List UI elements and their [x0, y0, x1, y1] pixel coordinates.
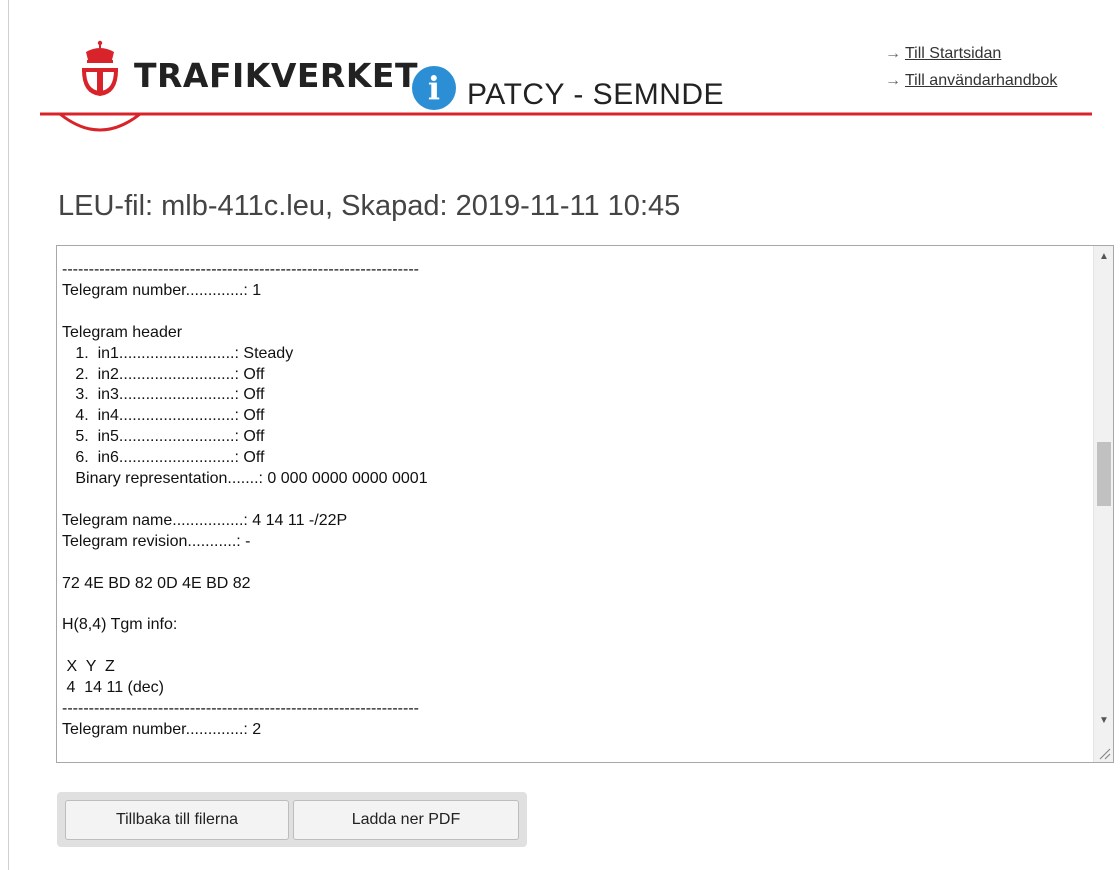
vertical-scrollbar[interactable]: ▲ ▼ [1093, 246, 1113, 762]
link-anvandarhandbok[interactable]: → Till användarhandbok [885, 72, 1057, 90]
resize-handle-icon[interactable] [1097, 746, 1111, 760]
link-label: Till användarhandbok [905, 72, 1058, 89]
header-links: → Till Startsidan → Till användarhandbok [885, 45, 1057, 99]
back-to-files-button[interactable]: Tillbaka till filerna [65, 800, 289, 840]
brand-name: TRAFIKVERKET [134, 56, 418, 95]
link-startsidan[interactable]: → Till Startsidan [885, 45, 1057, 63]
page-title: LEU-fil: mlb-411c.leu, Skapad: 2019-11-1… [58, 190, 681, 222]
link-label: Till Startsidan [905, 45, 1002, 62]
scroll-down-arrow-icon[interactable]: ▼ [1094, 712, 1113, 730]
leu-text-area[interactable]: ----------------------------------------… [56, 245, 1114, 763]
leu-file-content: ----------------------------------------… [62, 261, 428, 738]
download-pdf-button[interactable]: Ladda ner PDF [293, 800, 519, 840]
scrollbar-thumb[interactable] [1097, 442, 1111, 506]
arrow-right-icon: → [885, 72, 901, 89]
button-bar: Tillbaka till filerna Ladda ner PDF [57, 792, 527, 847]
trafikverket-logo-icon [82, 40, 118, 96]
arrow-right-icon: → [885, 45, 901, 62]
info-icon: i [412, 66, 456, 110]
header-divider [40, 112, 1092, 132]
scroll-up-arrow-icon[interactable]: ▲ [1094, 248, 1113, 266]
